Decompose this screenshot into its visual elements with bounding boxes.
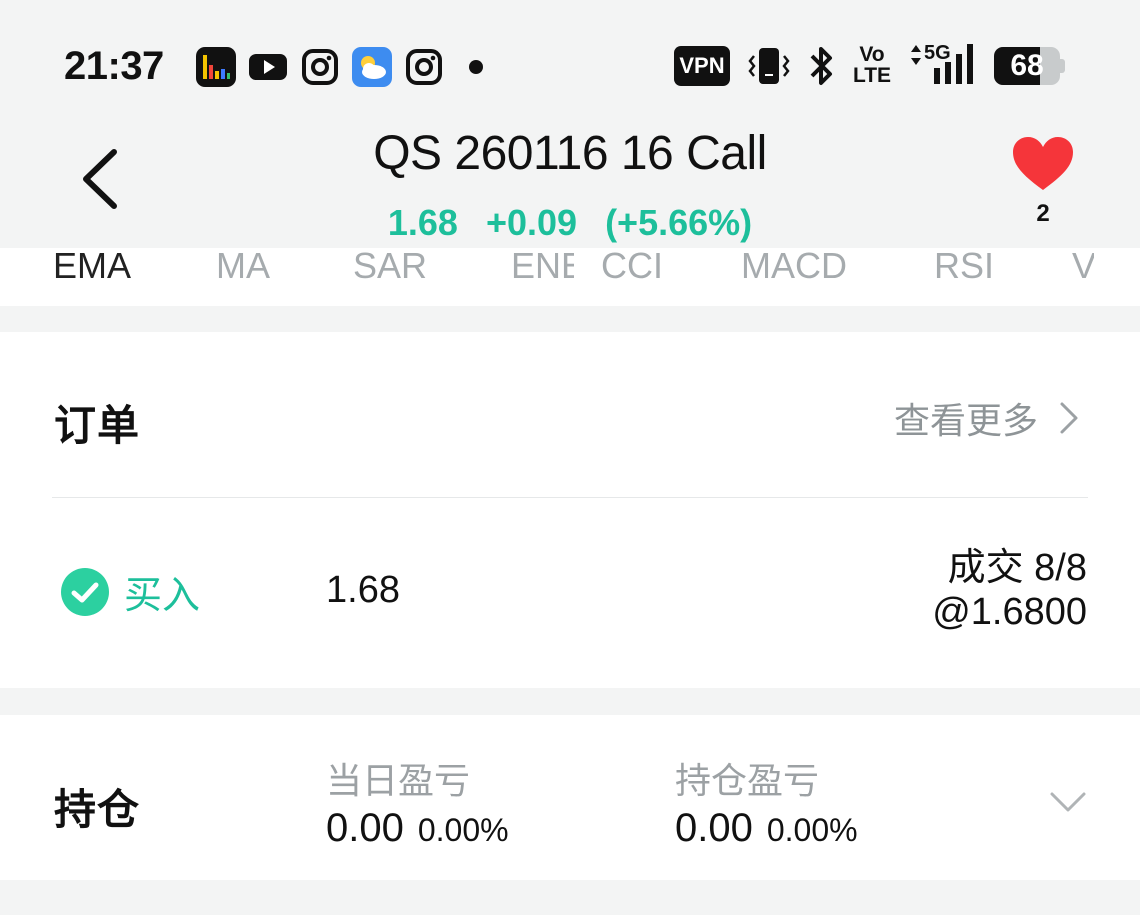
- status-bar: 21:37 VPN Vo LTE 5G 68: [0, 0, 1140, 120]
- price-quote: 1.68 +0.09 (+5.66%): [0, 202, 1140, 244]
- chart-app-icon: [196, 47, 236, 87]
- positions-card: [0, 715, 1140, 880]
- page-title: QS 260116 16 Call: [373, 127, 767, 180]
- day-pnl: 0.00 0.00%: [326, 806, 509, 851]
- signal-5g-icon: 5G: [908, 42, 980, 86]
- tab-sar[interactable]: SAR: [353, 245, 427, 287]
- instagram-icon: [404, 47, 444, 87]
- chevron-right-icon: [1060, 402, 1078, 434]
- tab-rsi[interactable]: RSI: [934, 245, 994, 287]
- order-fill: 成交 8/8 @1.6800: [932, 546, 1087, 634]
- order-side-label: 买入: [124, 575, 201, 617]
- youtube-icon: [248, 47, 288, 87]
- day-pnl-percent: 0.00%: [417, 812, 509, 848]
- favorite-button[interactable]: 2: [1010, 130, 1076, 230]
- price-change: +0.09: [485, 202, 578, 243]
- instagram-icon: [300, 47, 340, 87]
- order-price: 1.68: [326, 569, 400, 611]
- favorite-count: 2: [1036, 200, 1050, 227]
- tab-ma[interactable]: MA: [216, 245, 270, 287]
- price-change-percent: (+5.66%): [605, 202, 753, 243]
- order-fill-price: @1.6800: [932, 591, 1087, 633]
- last-price: 1.68: [387, 202, 458, 243]
- tab-ema[interactable]: EMA: [53, 245, 131, 287]
- hold-pnl-value: 0.00: [675, 806, 753, 850]
- day-pnl-value: 0.00: [326, 806, 404, 850]
- hold-pnl-percent: 0.00%: [766, 812, 858, 848]
- vibrate-icon: [746, 44, 792, 93]
- orders-card: [0, 332, 1140, 688]
- battery-level-text: 68: [1010, 49, 1044, 82]
- tab-ene[interactable]: ENE: [511, 245, 574, 287]
- day-pnl-label: 当日盈亏: [326, 760, 471, 801]
- volte-bottom-text: LTE: [852, 64, 892, 87]
- order-row[interactable]: 买入: [60, 564, 200, 619]
- view-more-link[interactable]: 查看更多: [894, 392, 1084, 444]
- status-time: 21:37: [64, 44, 164, 88]
- weather-icon: [352, 47, 392, 87]
- hold-pnl-label: 持仓盈亏: [675, 760, 820, 801]
- tab-macd[interactable]: MACD: [741, 245, 847, 287]
- notification-dot-icon: [469, 60, 483, 74]
- volte-icon: Vo LTE: [852, 44, 892, 86]
- tab-cci[interactable]: CCI: [601, 245, 663, 287]
- order-fill-status: 成交 8/8: [947, 547, 1087, 589]
- battery-icon: 68: [994, 47, 1066, 85]
- check-circle-icon: [61, 567, 109, 616]
- chevron-down-icon: [1050, 792, 1086, 812]
- divider: [52, 497, 1088, 498]
- expand-positions-button[interactable]: [1046, 782, 1090, 822]
- bluetooth-icon: [806, 44, 836, 93]
- positions-title: 持仓: [54, 786, 141, 833]
- heart-icon: [1013, 137, 1073, 190]
- vpn-icon: VPN: [674, 46, 730, 86]
- volte-top-text: Vo: [859, 43, 885, 66]
- view-more-label: 查看更多: [893, 400, 1038, 441]
- hold-pnl: 0.00 0.00%: [675, 806, 858, 851]
- tab-vol[interactable]: V: [1072, 245, 1094, 287]
- orders-title: 订单: [54, 402, 141, 449]
